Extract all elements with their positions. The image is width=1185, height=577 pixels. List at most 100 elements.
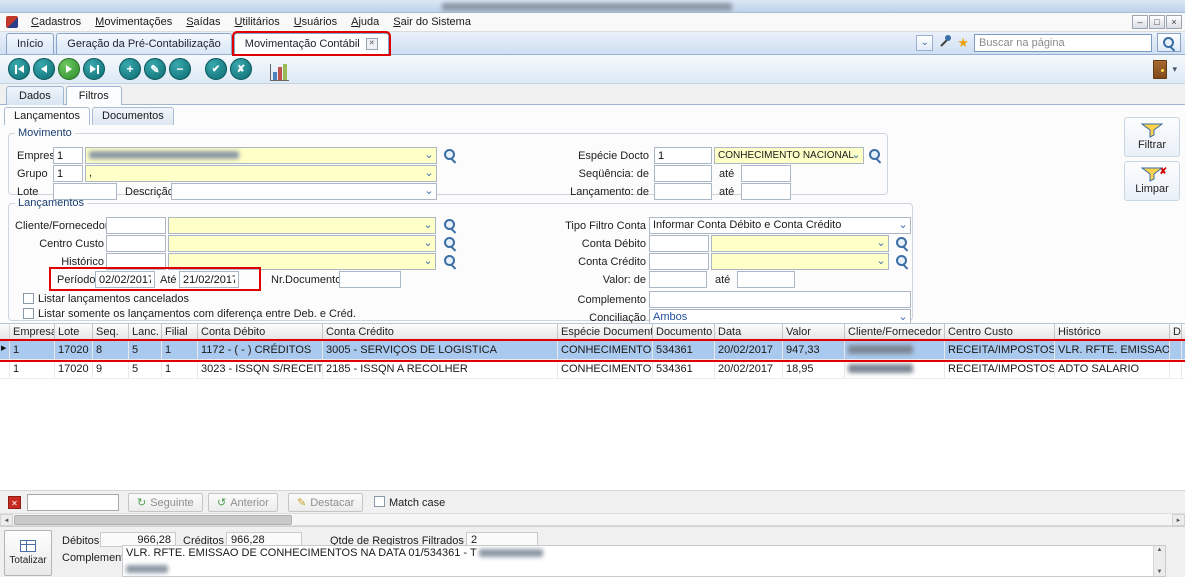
scroll-down-icon[interactable]: ▼ [1154, 569, 1165, 575]
menu-item-usu-rios[interactable]: Usuários [287, 14, 344, 30]
grid-col-header-seq-[interactable]: Seq. [93, 324, 129, 340]
menu-item-utilit-rios[interactable]: Utilitários [227, 14, 286, 30]
tab-close-icon[interactable]: ✕ [366, 38, 378, 50]
pin-icon[interactable] [938, 34, 952, 51]
nav-next-button[interactable] [58, 58, 80, 80]
menu-item-ajuda[interactable]: Ajuda [344, 14, 386, 30]
edit-button[interactable]: ✎ [144, 58, 166, 80]
tab-documentos[interactable]: Documentos [92, 107, 174, 125]
menu-item-cadastros[interactable]: Cadastros [24, 14, 88, 30]
periodo-de-input[interactable] [95, 271, 155, 288]
grid-cell[interactable]: 5 [129, 341, 162, 359]
grid-col-header-centro-custo[interactable]: Centro Custo [945, 324, 1055, 340]
grid-col-header-hist-rico[interactable]: Histórico [1055, 324, 1170, 340]
grid-cell[interactable]: RECEITA/IMPOSTOS [945, 360, 1055, 378]
grid-cell[interactable]: 3005 - SERVIÇOS DE LOGISTICA [323, 341, 558, 359]
horizontal-scrollbar[interactable]: ◄ ► [0, 513, 1185, 526]
dropdown-panel-icon[interactable]: ⌄ [916, 35, 933, 51]
empresa-search-icon[interactable] [443, 148, 457, 162]
centro-custo-search-icon[interactable] [443, 236, 457, 250]
historico-combo[interactable]: ⌄ [168, 253, 436, 270]
favorite-star-icon[interactable]: ★ [957, 36, 969, 50]
toolbar-options-icon[interactable]: ▾ [1172, 64, 1177, 75]
grid-cell[interactable]: 18,95 [783, 360, 845, 378]
document-tab-movimenta-o-cont-bil[interactable]: Movimentação Contábil✕ [234, 33, 389, 54]
historico-input[interactable] [106, 253, 166, 270]
grid-cell[interactable] [1170, 341, 1182, 359]
grid-cell[interactable]: 947,33 [783, 341, 845, 359]
grid-col-header-cliente-fornecedor[interactable]: Cliente/Fornecedor [845, 324, 945, 340]
empresa-combo[interactable]: ⌄ [85, 147, 437, 164]
scroll-right-icon[interactable]: ► [1172, 514, 1185, 526]
scroll-up-icon[interactable]: ▲ [1154, 547, 1165, 553]
menu-item-sair-do-sistema[interactable]: Sair do Sistema [386, 14, 478, 30]
nav-first-button[interactable] [8, 58, 30, 80]
add-button[interactable]: + [119, 58, 141, 80]
tab-filtros[interactable]: Filtros [66, 86, 122, 105]
grid-cell[interactable]: 1172 - ( - ) CRÉDITOS [198, 341, 323, 359]
cliente-fornecedor-input[interactable] [106, 217, 166, 234]
especie-docto-input[interactable] [654, 147, 712, 164]
scrollbar-thumb[interactable] [14, 515, 292, 525]
conta-credito-combo[interactable]: ⌄ [711, 253, 889, 270]
nav-last-button[interactable] [83, 58, 105, 80]
find-prev-button[interactable]: ↺Anterior [208, 493, 278, 512]
totalizar-button[interactable]: Totalizar [4, 530, 52, 576]
grid-cell[interactable]: CONHECIMENTO [558, 341, 653, 359]
check-cancelados[interactable] [23, 293, 34, 304]
grid-cell[interactable]: VLR. RFTE. EMISSAO DE [1055, 341, 1170, 359]
grid-col-header-data[interactable]: Data [715, 324, 783, 340]
grid-col-header-conta-d-bito[interactable]: Conta Débito [198, 324, 323, 340]
grid-col-header-empresa[interactable]: Empresa [10, 324, 55, 340]
find-input[interactable] [27, 494, 119, 511]
limpar-button[interactable]: ✘ Limpar [1124, 161, 1180, 201]
check-diferenca[interactable] [23, 308, 34, 319]
complemento-input[interactable] [649, 291, 911, 308]
close-button[interactable]: × [1166, 15, 1182, 29]
tab-dados[interactable]: Dados [6, 86, 64, 105]
complemento-memo[interactable]: VLR. RFTE. EMISSAO DE CONHECIMENTOS NA D… [122, 545, 1166, 577]
grid-col-header-valor[interactable]: Valor [783, 324, 845, 340]
grid-cell[interactable]: 3023 - ISSQN S/RECEITA [198, 360, 323, 378]
grid-cell-redacted[interactable] [845, 341, 945, 359]
empresa-input[interactable] [53, 147, 83, 164]
exit-button[interactable] [1152, 59, 1168, 80]
restore-button[interactable]: □ [1149, 15, 1165, 29]
match-case-checkbox[interactable] [374, 496, 385, 507]
grid-col-header-lote[interactable]: Lote [55, 324, 93, 340]
menu-item-sa-das[interactable]: Saídas [179, 14, 227, 30]
grid-cell[interactable]: 2185 - ISSQN A RECOLHER [323, 360, 558, 378]
conta-credito-search-icon[interactable] [895, 254, 909, 268]
grupo-input[interactable] [53, 165, 83, 182]
menu-item-movimenta-es[interactable]: Movimentações [88, 14, 179, 30]
confirm-button[interactable]: ✔ [205, 58, 227, 80]
tipo-filtro-combo[interactable]: Informar Conta Débito e Conta Crédito⌄ [649, 217, 911, 234]
grid-cell[interactable]: CONHECIMENTO [558, 360, 653, 378]
minimize-button[interactable]: – [1132, 15, 1148, 29]
search-input[interactable] [974, 34, 1152, 52]
grid-col-header-d[interactable]: D [1170, 324, 1182, 340]
grid-cell[interactable]: 1 [162, 360, 198, 378]
grid-cell[interactable]: 17020 [55, 360, 93, 378]
grid-cell-redacted[interactable] [845, 360, 945, 378]
tab-lancamentos[interactable]: Lançamentos [4, 107, 90, 125]
valor-ate-input[interactable] [737, 271, 795, 288]
table-row[interactable]: ▶1170208511172 - ( - ) CRÉDITOS3005 - SE… [0, 341, 1185, 360]
search-button[interactable] [1157, 33, 1181, 52]
grid-cell[interactable]: RECEITA/IMPOSTOS [945, 341, 1055, 359]
especie-docto-combo[interactable]: CONHECIMENTO NACIONAL⌄ [714, 147, 864, 164]
centro-custo-input[interactable] [106, 235, 166, 252]
filtrar-button[interactable]: Filtrar [1124, 117, 1180, 157]
scroll-left-icon[interactable]: ◄ [0, 514, 13, 526]
nav-prev-button[interactable] [33, 58, 55, 80]
conta-debito-input[interactable] [649, 235, 709, 252]
conta-debito-search-icon[interactable] [895, 236, 909, 250]
highlight-button[interactable]: ✎Destacar [288, 493, 363, 512]
chart-button[interactable] [266, 57, 292, 81]
centro-custo-combo[interactable]: ⌄ [168, 235, 436, 252]
grid-cell[interactable]: 1 [10, 341, 55, 359]
grid-cell[interactable]: 534361 [653, 360, 715, 378]
sequencia-ate-input[interactable] [741, 165, 791, 182]
grid-col-header-conta-cr-dito[interactable]: Conta Crédito [323, 324, 558, 340]
memo-scrollbar[interactable]: ▲ ▼ [1153, 546, 1165, 576]
